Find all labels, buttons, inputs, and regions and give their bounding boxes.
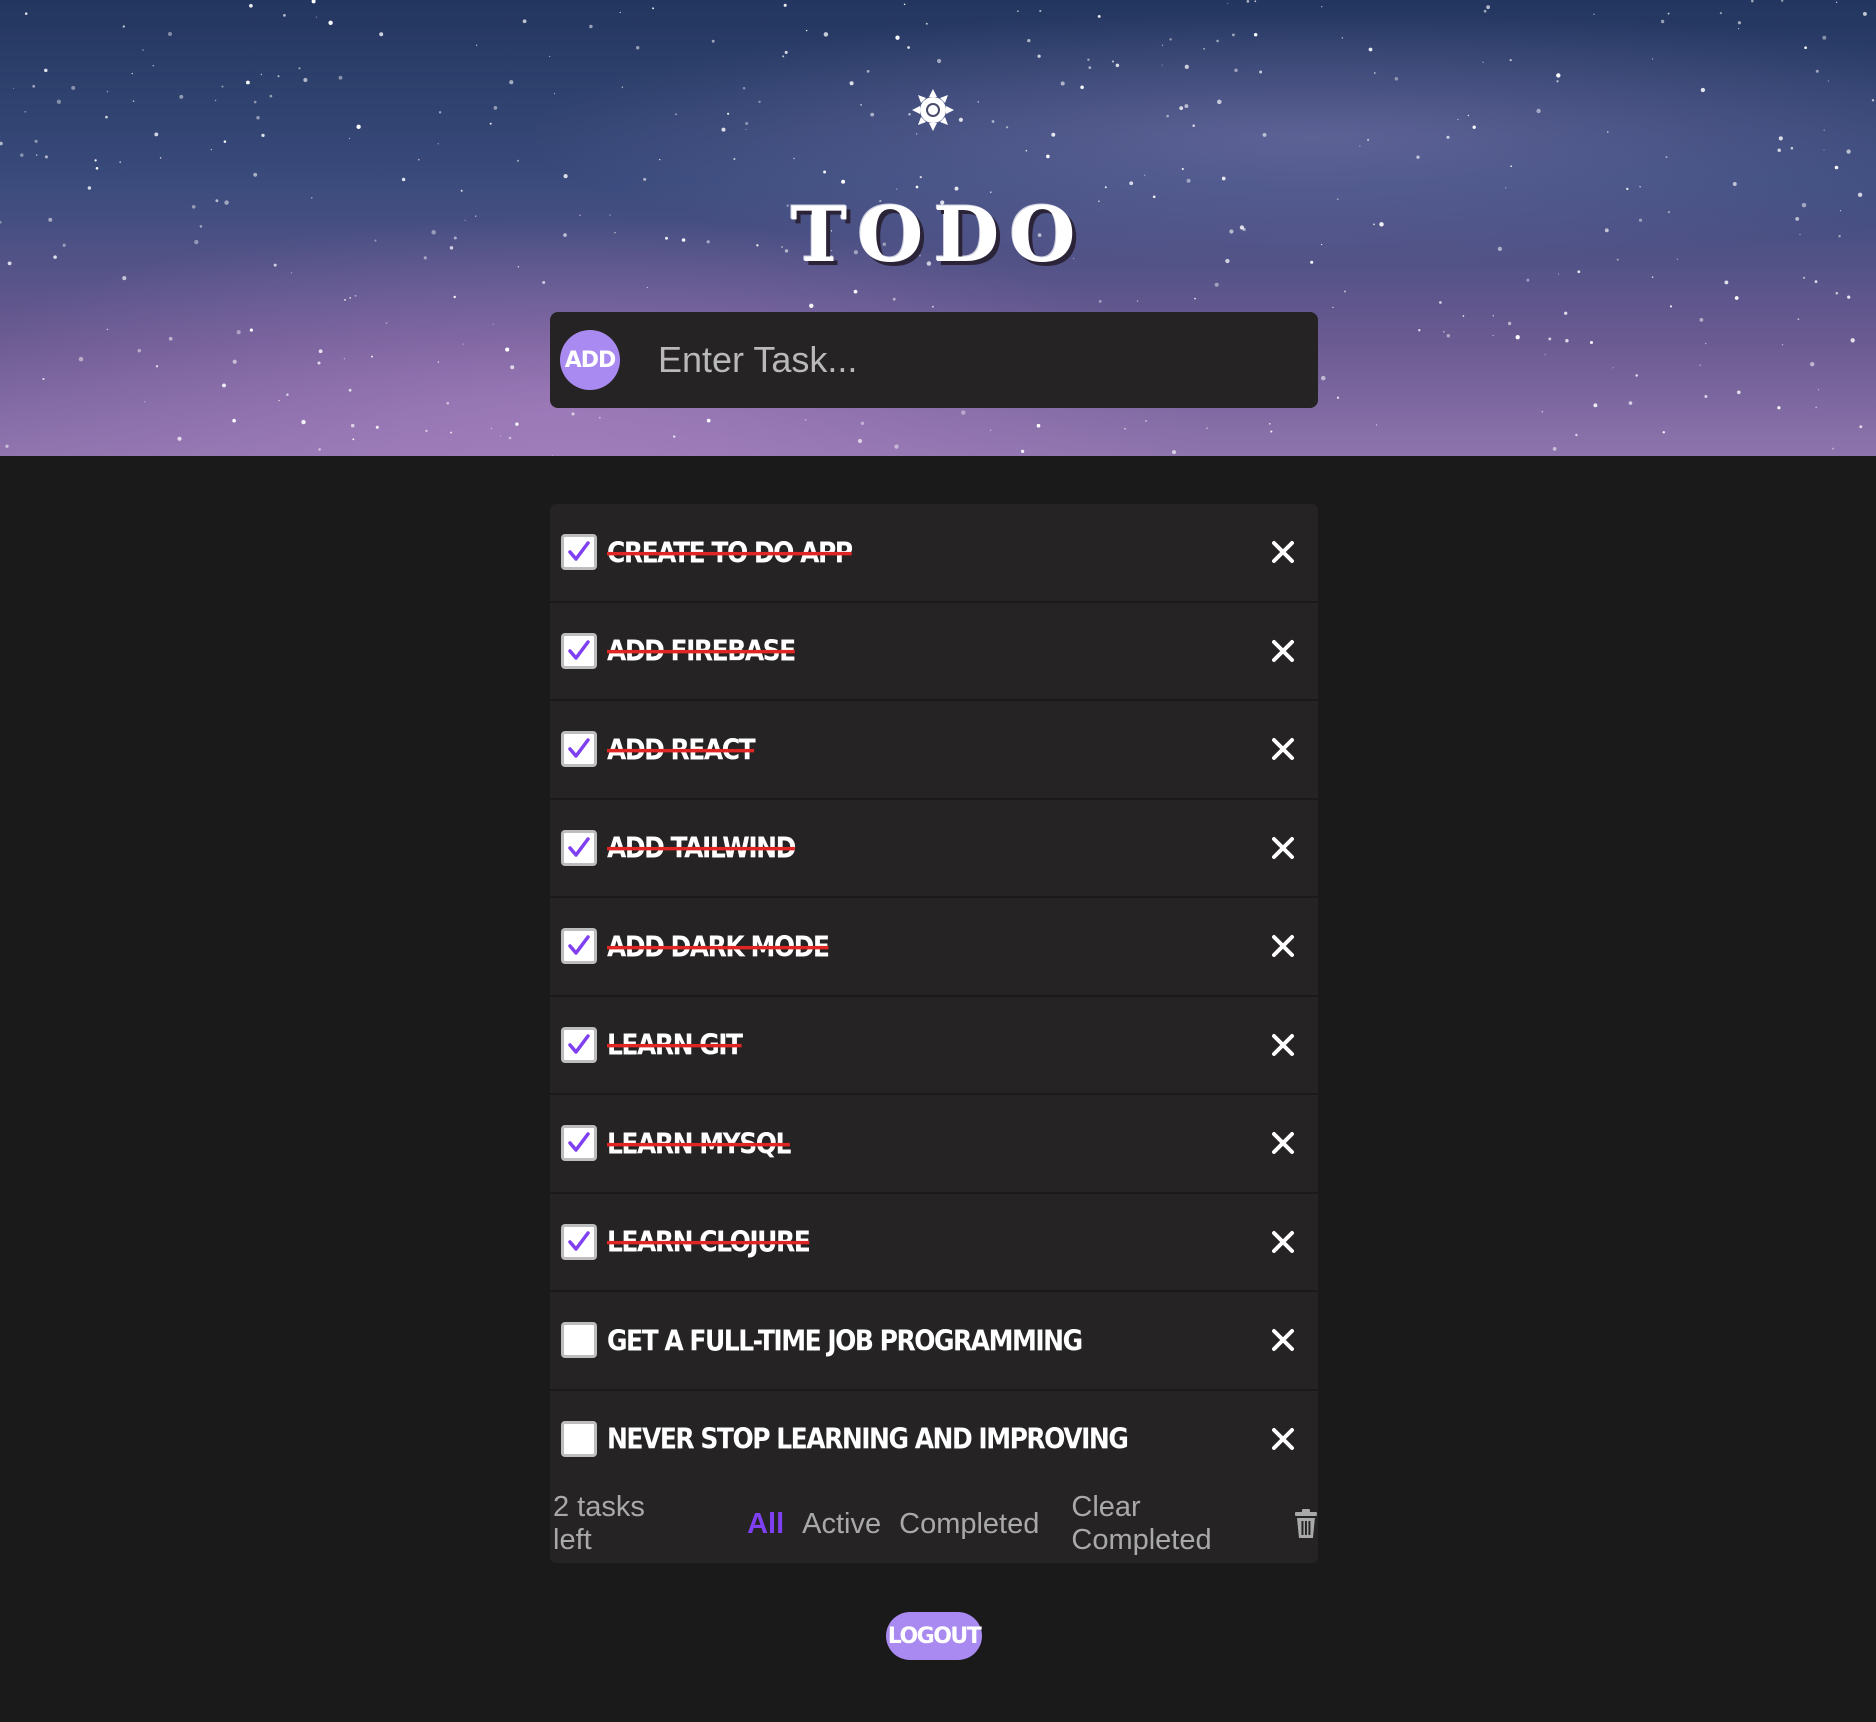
task-text: ADD REACT xyxy=(607,732,756,766)
delete-task-button[interactable] xyxy=(1266,535,1300,569)
task-row: ADD REACT xyxy=(550,701,1318,800)
close-icon xyxy=(1272,1230,1294,1253)
task-checkbox[interactable] xyxy=(561,1125,597,1162)
close-icon xyxy=(1272,738,1294,761)
close-icon xyxy=(1272,836,1294,859)
task-row: LEARN GIT xyxy=(550,997,1318,1095)
tasks-left-count: 2 tasks left xyxy=(553,1491,645,1556)
app-title: TODO xyxy=(790,190,1086,279)
checkmark-icon xyxy=(568,1231,590,1251)
checkmark-icon xyxy=(568,935,590,955)
filter-group: All Active Completed xyxy=(747,1508,1039,1541)
task-input[interactable] xyxy=(658,330,1318,390)
delete-task-button[interactable] xyxy=(1266,1422,1300,1456)
filter-completed[interactable]: Completed xyxy=(899,1508,1039,1541)
checkmark-icon xyxy=(568,837,590,857)
filter-all[interactable]: All xyxy=(747,1508,784,1541)
new-task-bar: ADD xyxy=(550,312,1318,408)
add-task-button[interactable]: ADD xyxy=(560,330,620,390)
delete-task-button[interactable] xyxy=(1266,831,1300,865)
task-checkbox[interactable] xyxy=(561,1420,597,1457)
task-text: LEARN MYSQL xyxy=(607,1126,791,1160)
task-checkbox[interactable] xyxy=(561,534,597,571)
task-row: LEARN CLOJURE xyxy=(550,1194,1318,1292)
task-text: GET A FULL-TIME JOB PROGRAMMING xyxy=(607,1323,1083,1357)
delete-task-button[interactable] xyxy=(1266,1126,1300,1160)
task-text: LEARN GIT xyxy=(607,1028,743,1062)
task-text: ADD TAILWIND xyxy=(607,831,796,865)
task-checkbox[interactable] xyxy=(561,1026,597,1063)
trash-icon xyxy=(1295,1509,1318,1538)
task-text: ADD DARK MODE xyxy=(607,929,830,963)
delete-task-button[interactable] xyxy=(1266,1028,1300,1062)
checkmark-icon xyxy=(568,1132,590,1152)
checkmark-icon xyxy=(568,640,590,660)
close-icon xyxy=(1272,935,1294,958)
delete-task-button[interactable] xyxy=(1266,634,1300,668)
delete-task-button[interactable] xyxy=(1266,1225,1300,1259)
clear-completed-button[interactable]: Clear Completed xyxy=(1071,1491,1318,1557)
task-checkbox[interactable] xyxy=(561,1223,597,1260)
task-checkbox[interactable] xyxy=(561,632,597,669)
task-list: CREATE TO DO APP ADD FIREBASE ADD REACT ADD… xyxy=(550,504,1318,1489)
task-checkbox[interactable] xyxy=(561,1322,597,1359)
clear-completed-label: Clear Completed xyxy=(1071,1491,1212,1556)
task-checkbox[interactable] xyxy=(561,928,597,965)
checkmark-icon xyxy=(568,541,590,561)
close-icon xyxy=(1272,1329,1294,1352)
filter-active[interactable]: Active xyxy=(802,1508,881,1541)
close-icon xyxy=(1272,1132,1294,1155)
task-checkbox[interactable] xyxy=(561,731,597,768)
hero-banner: TODO ADD xyxy=(0,0,1876,456)
task-text: CREATE TO DO APP xyxy=(607,535,853,569)
delete-task-button[interactable] xyxy=(1266,732,1300,766)
close-icon xyxy=(1272,1427,1294,1450)
task-row: ADD DARK MODE xyxy=(550,898,1318,997)
task-text: NEVER STOP LEARNING AND IMPROVING xyxy=(607,1422,1129,1456)
task-row: GET A FULL-TIME JOB PROGRAMMING xyxy=(550,1292,1318,1391)
task-row: ADD TAILWIND xyxy=(550,800,1318,898)
task-text: ADD FIREBASE xyxy=(607,634,796,668)
theme-toggle-button[interactable] xyxy=(911,88,955,132)
sun-icon xyxy=(912,89,954,131)
task-row: CREATE TO DO APP xyxy=(550,504,1318,603)
close-icon xyxy=(1272,1033,1294,1056)
task-text: LEARN CLOJURE xyxy=(607,1225,811,1259)
delete-task-button[interactable] xyxy=(1266,1323,1300,1357)
close-icon xyxy=(1272,639,1294,662)
task-row: ADD FIREBASE xyxy=(550,603,1318,701)
delete-task-button[interactable] xyxy=(1266,929,1300,963)
task-row: LEARN MYSQL xyxy=(550,1095,1318,1194)
checkmark-icon xyxy=(568,738,590,758)
task-footer: 2 tasks left All Active Completed Clear … xyxy=(550,1485,1318,1563)
task-checkbox[interactable] xyxy=(561,829,597,866)
task-row: NEVER STOP LEARNING AND IMPROVING xyxy=(550,1391,1318,1489)
checkmark-icon xyxy=(568,1034,590,1054)
logout-button[interactable]: LOGOUT xyxy=(886,1612,982,1660)
close-icon xyxy=(1272,541,1294,564)
